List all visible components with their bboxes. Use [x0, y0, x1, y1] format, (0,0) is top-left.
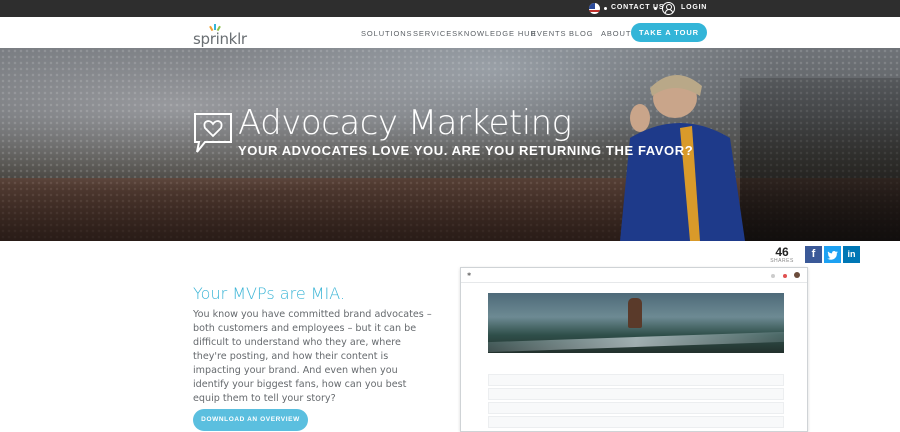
product-screenshot: ✱: [460, 267, 808, 432]
user-icon[interactable]: [662, 2, 675, 15]
photo-figure: [628, 298, 642, 328]
share-count: 46: [775, 245, 789, 259]
twitter-share-button[interactable]: [824, 246, 841, 263]
nav-item-services[interactable]: SERVICES: [413, 29, 458, 38]
product-screenshot-photo: [488, 293, 784, 353]
hero-subtitle: YOUR ADVOCATES LOVE YOU. ARE YOU RETURNI…: [238, 143, 694, 158]
notification-icon: [783, 274, 787, 278]
main-nav: sprinklr SOLUTIONS SERVICES KNOWLEDGE HU…: [0, 17, 900, 48]
avatar: [794, 272, 800, 278]
stadium-seats-background: [740, 78, 900, 241]
share-count-label: SHARES: [770, 258, 794, 264]
twitter-icon: [827, 251, 838, 260]
product-screenshot-header: ✱: [461, 268, 807, 283]
search-icon: [771, 274, 775, 278]
logo-text: sprinklr: [193, 30, 247, 48]
list-item: [488, 416, 784, 428]
nav-item-knowledge-hub[interactable]: KNOWLEDGE HUB: [458, 29, 536, 38]
download-overview-button[interactable]: DOWNLOAD AN OVERVIEW: [193, 409, 308, 431]
nav-item-about[interactable]: ABOUT: [601, 29, 631, 38]
sprinklr-logo[interactable]: sprinklr: [193, 23, 247, 48]
hero-banner: Advocacy Marketing YOUR ADVOCATES LOVE Y…: [0, 48, 900, 241]
hero-title: Advocacy Marketing: [238, 103, 572, 143]
separator-dot: [604, 7, 607, 10]
section-heading: Your MVPs are MIA.: [193, 284, 346, 303]
nav-item-events[interactable]: EVENTS: [531, 29, 566, 38]
list-item: [488, 388, 784, 400]
linkedin-share-button[interactable]: in: [843, 246, 860, 263]
speech-bubble-heart-icon: [194, 113, 232, 153]
section-body: You know you have committed brand advoca…: [193, 309, 432, 404]
nav-item-blog[interactable]: BLOG: [569, 29, 593, 38]
take-a-tour-button[interactable]: TAKE A TOUR: [631, 23, 707, 42]
list-item: [488, 402, 784, 414]
list-item: [488, 374, 784, 386]
top-utility-bar: CONTACT US LOGIN: [0, 0, 900, 17]
separator-dot: [654, 7, 657, 10]
linkedin-icon: in: [847, 249, 856, 259]
product-screenshot-logo: ✱: [467, 272, 472, 278]
facebook-share-button[interactable]: f: [805, 246, 822, 263]
language-flag-icon[interactable]: [589, 3, 600, 14]
photo-river: [488, 331, 784, 353]
facebook-icon: f: [811, 248, 816, 260]
login-link[interactable]: LOGIN: [681, 4, 707, 11]
nav-item-solutions[interactable]: SOLUTIONS: [361, 29, 412, 38]
